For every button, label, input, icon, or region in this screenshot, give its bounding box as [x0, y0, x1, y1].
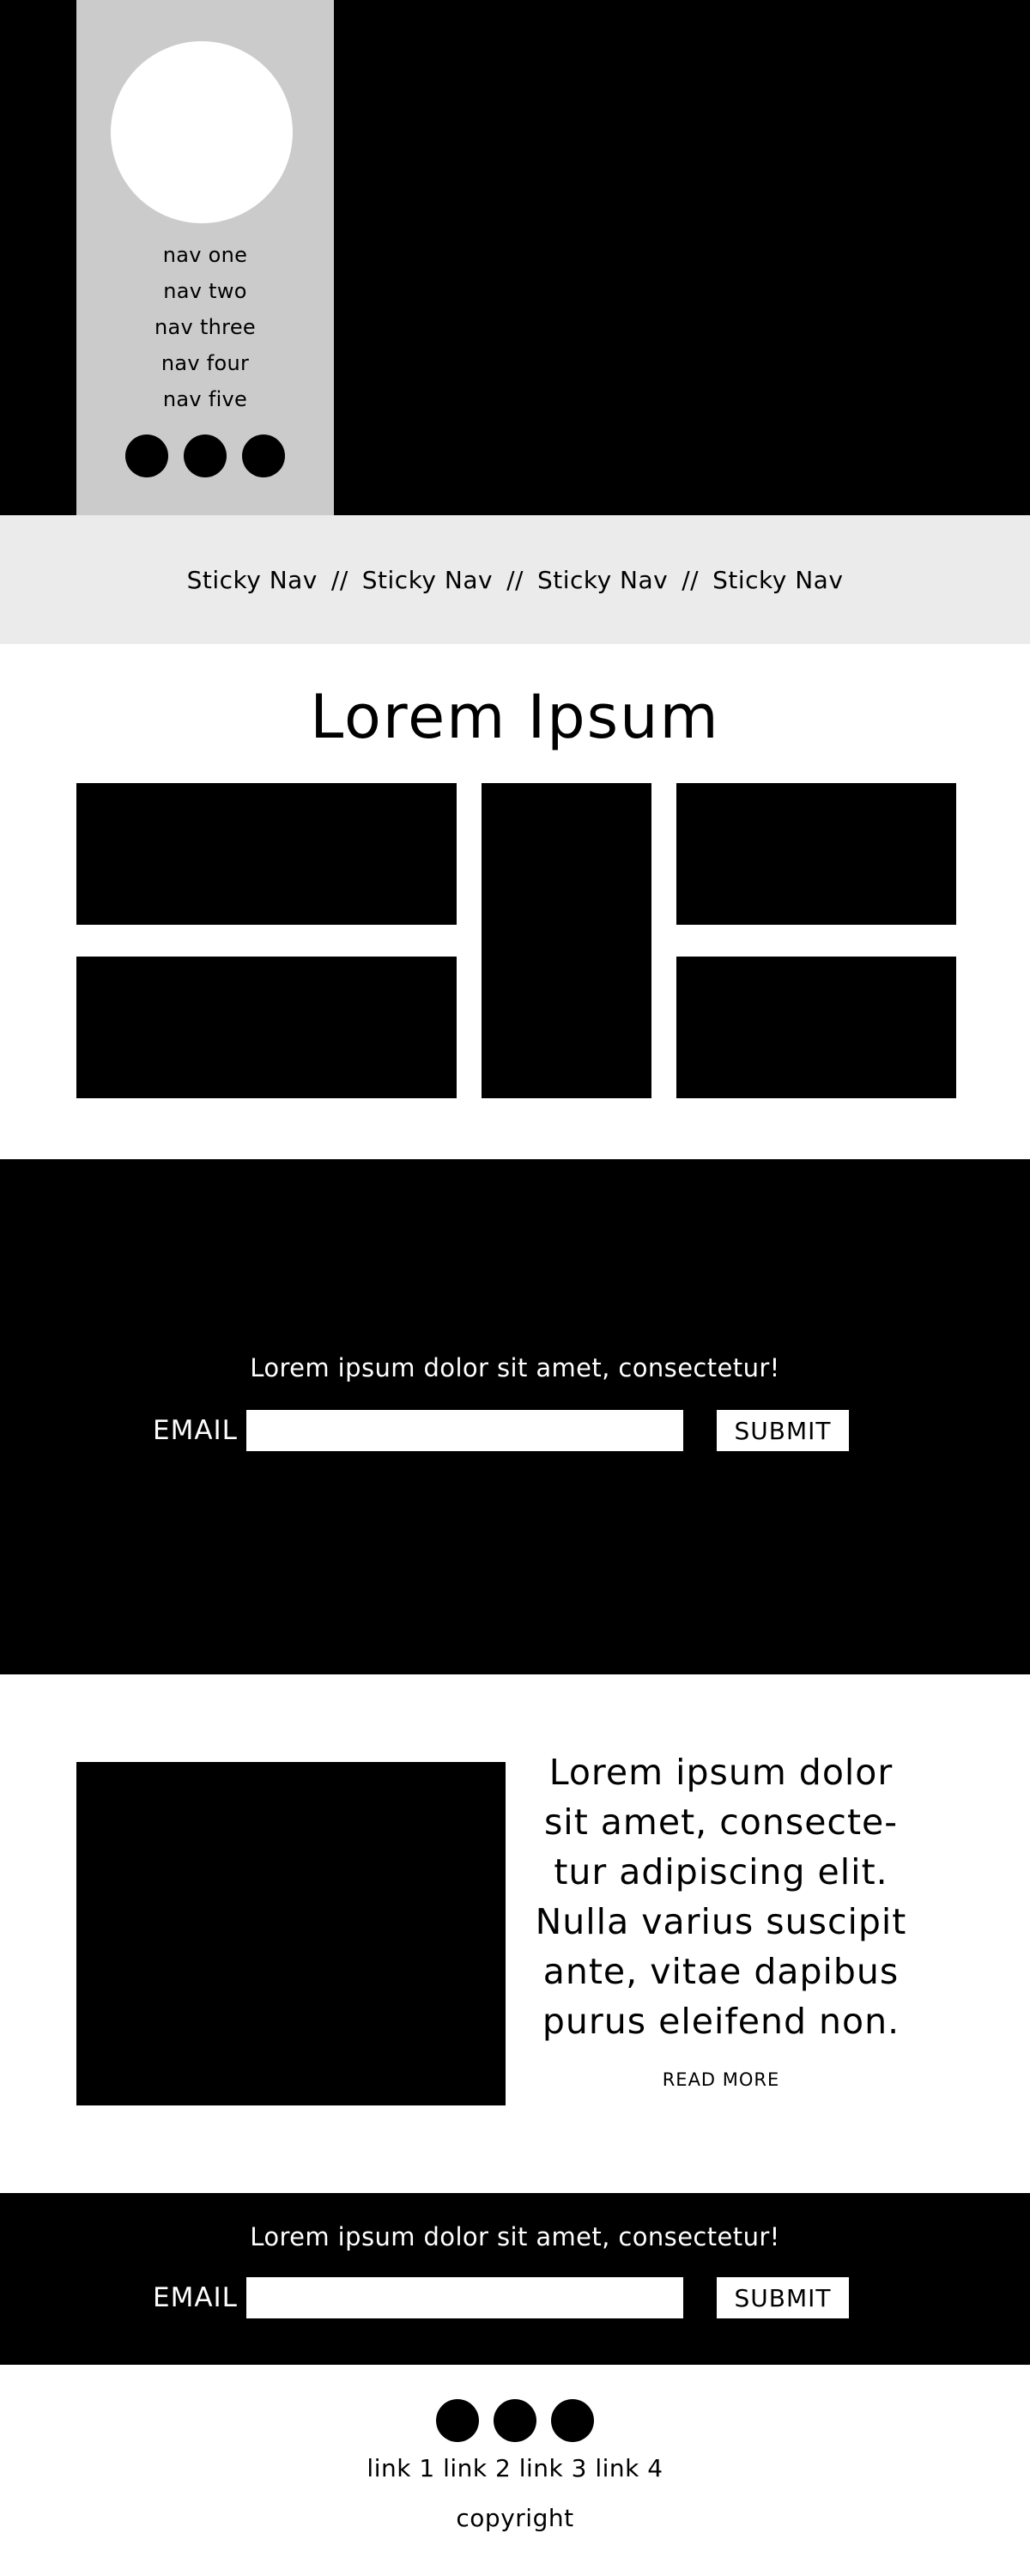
side-panel: nav one nav two nav three nav four nav f…: [76, 0, 334, 515]
sticky-nav-item[interactable]: Sticky Nav: [712, 566, 843, 594]
side-social-icons: [76, 434, 334, 477]
email-label: EMAIL: [153, 1415, 238, 1446]
side-nav: nav one nav two nav three nav four nav f…: [76, 237, 334, 417]
social-icon[interactable]: [242, 434, 285, 477]
submit-button[interactable]: SUBMIT: [717, 2277, 849, 2318]
footer-link-3[interactable]: link 3: [519, 2454, 587, 2482]
feature-image: [76, 1762, 506, 2105]
social-icon[interactable]: [551, 2399, 594, 2442]
social-icon[interactable]: [184, 434, 227, 477]
sticky-nav-item[interactable]: Sticky Nav: [362, 566, 493, 594]
email-input[interactable]: [246, 2277, 683, 2318]
email-label: EMAIL: [153, 2282, 238, 2313]
hero-section: nav one nav two nav three nav four nav f…: [0, 0, 1030, 515]
side-nav-item-one[interactable]: nav one: [76, 237, 334, 273]
gallery-image[interactable]: [76, 783, 457, 925]
footer-link-1[interactable]: link 1: [367, 2454, 434, 2482]
logo-placeholder[interactable]: [111, 41, 293, 223]
gallery-image[interactable]: [482, 783, 651, 1098]
newsletter-signup-large: Lorem ipsum dolor sit amet, consectetur!…: [0, 1159, 1030, 1674]
copyright: copyright: [456, 2504, 574, 2532]
sticky-nav-separator: //: [330, 565, 348, 594]
feature-text: Lorem ipsum dolor sit amet, consecte-tur…: [535, 1752, 907, 2042]
side-nav-item-four[interactable]: nav four: [76, 345, 334, 381]
email-input[interactable]: [246, 1410, 683, 1451]
signup-tagline: Lorem ipsum dolor sit amet, consectetur!: [250, 2222, 780, 2251]
social-icon[interactable]: [494, 2399, 536, 2442]
submit-button[interactable]: SUBMIT: [717, 1410, 849, 1451]
read-more-link[interactable]: READ MORE: [532, 2069, 910, 2090]
social-icon[interactable]: [436, 2399, 479, 2442]
sticky-nav: Sticky Nav // Sticky Nav // Sticky Nav /…: [0, 515, 1030, 644]
social-icon[interactable]: [125, 434, 168, 477]
signup-tagline: Lorem ipsum dolor sit amet, consectetur!: [250, 1353, 780, 1382]
sticky-nav-item[interactable]: Sticky Nav: [187, 566, 318, 594]
gallery-image[interactable]: [676, 957, 956, 1098]
footer-link-4[interactable]: link 4: [595, 2454, 663, 2482]
side-nav-item-five[interactable]: nav five: [76, 381, 334, 417]
gallery-image[interactable]: [76, 957, 457, 1098]
footer-links: link 1 link 2 link 3 link 4: [0, 2454, 1030, 2482]
gallery-image[interactable]: [676, 783, 956, 925]
sticky-nav-separator: //: [682, 565, 700, 594]
sticky-nav-item[interactable]: Sticky Nav: [537, 566, 668, 594]
footer-social-icons: [0, 2399, 1030, 2442]
side-nav-item-two[interactable]: nav two: [76, 273, 334, 309]
sticky-nav-separator: //: [506, 565, 524, 594]
gallery-title: Lorem Ipsum: [310, 682, 720, 752]
footer-link-2[interactable]: link 2: [443, 2454, 511, 2482]
newsletter-signup-small: Lorem ipsum dolor sit amet, consectetur!…: [0, 2193, 1030, 2365]
side-nav-item-three[interactable]: nav three: [76, 309, 334, 345]
